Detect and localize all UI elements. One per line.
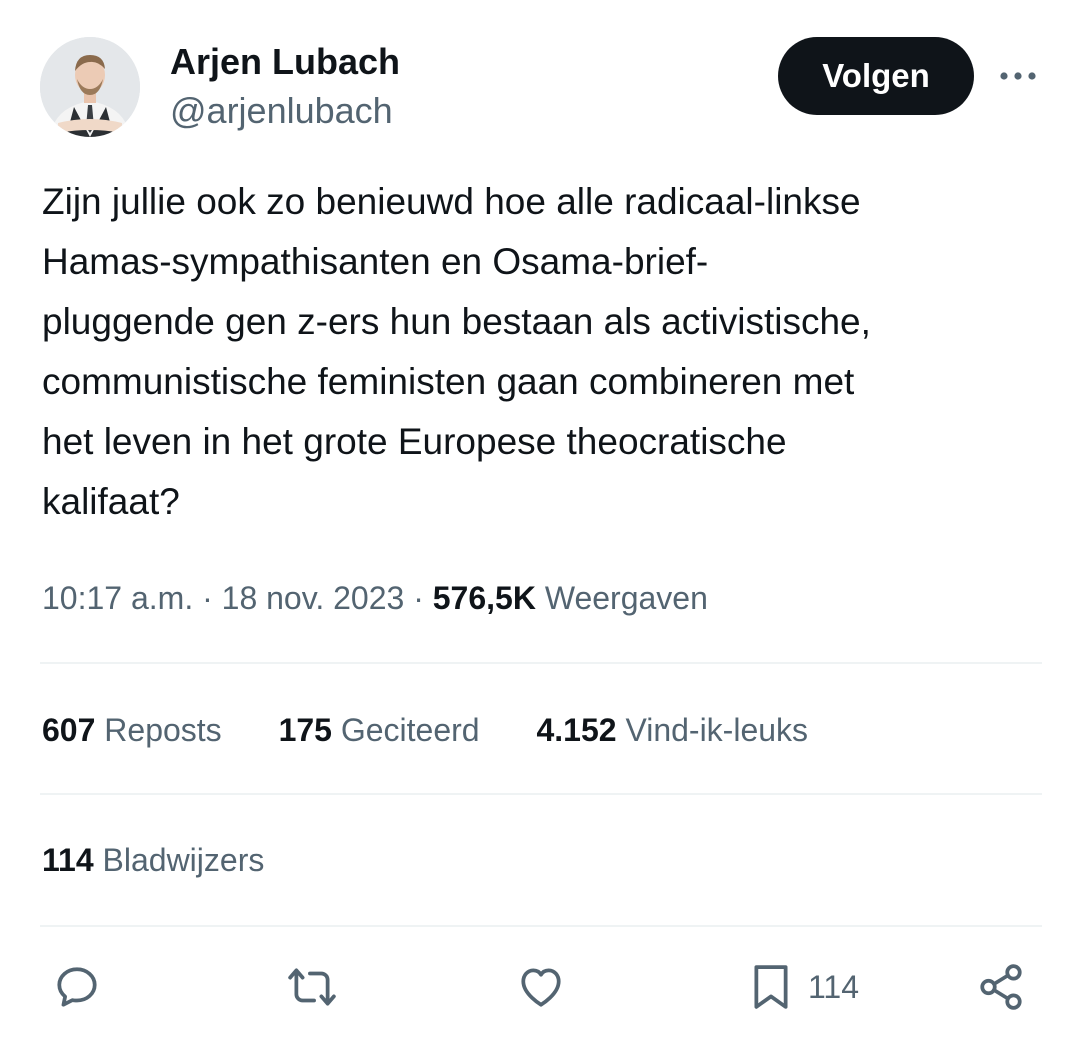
repost-button[interactable] <box>286 962 338 1012</box>
quotes-count: 175 <box>278 712 332 748</box>
like-button[interactable] <box>516 962 566 1012</box>
reposts-label: Reposts <box>104 712 222 748</box>
author-display-name[interactable]: Arjen Lubach <box>170 40 400 84</box>
share-button[interactable] <box>976 962 1026 1012</box>
heart-icon <box>521 968 561 1007</box>
quotes-stat[interactable]: 175 Geciteerd <box>279 712 480 748</box>
tweet-meta: 10:17 a.m. · 18 nov. 2023 · 576,5K Weerg… <box>42 576 708 620</box>
reply-button[interactable] <box>52 962 102 1012</box>
engagement-stats: 607 Reposts 175 Geciteerd 4.152 Vind-ik-… <box>42 708 856 752</box>
reply-icon <box>57 967 97 1007</box>
likes-count: 4.152 <box>536 712 617 748</box>
divider <box>40 662 1042 664</box>
views-count: 576,5K <box>432 580 536 616</box>
bookmark-button[interactable]: 114 <box>748 962 859 1012</box>
avatar-photo <box>40 37 140 137</box>
tweet-time[interactable]: 10:17 a.m. <box>42 580 193 616</box>
bookmarks-label: Bladwijzers <box>102 842 265 878</box>
bookmark-icon <box>754 965 788 1009</box>
author-avatar[interactable] <box>40 37 140 137</box>
likes-label: Vind-ik-leuks <box>625 712 809 748</box>
follow-button[interactable]: Volgen <box>778 37 974 115</box>
tweet-text: Zijn jullie ook zo benieuwd hoe alle rad… <box>42 181 871 522</box>
divider <box>40 793 1042 795</box>
tweet-date[interactable]: 18 nov. 2023 <box>222 580 405 616</box>
bookmarks-stat[interactable]: 114 Bladwijzers <box>42 838 264 882</box>
author-handle[interactable]: @arjenlubach <box>170 89 393 133</box>
bookmark-action-count: 114 <box>808 968 860 1005</box>
views-label: Weergaven <box>544 580 708 616</box>
more-horizontal-icon[interactable] <box>996 62 1040 90</box>
likes-stat[interactable]: 4.152 Vind-ik-leuks <box>536 712 808 748</box>
reposts-stat[interactable]: 607 Reposts <box>42 712 222 748</box>
quotes-label: Geciteerd <box>340 712 480 748</box>
divider <box>40 925 1042 927</box>
share-icon <box>980 964 1022 1010</box>
meta-separator: · <box>193 580 222 616</box>
meta-separator: · <box>404 580 433 616</box>
bookmarks-count: 114 <box>42 842 94 878</box>
repost-icon <box>288 968 336 1006</box>
reposts-count: 607 <box>42 712 96 748</box>
